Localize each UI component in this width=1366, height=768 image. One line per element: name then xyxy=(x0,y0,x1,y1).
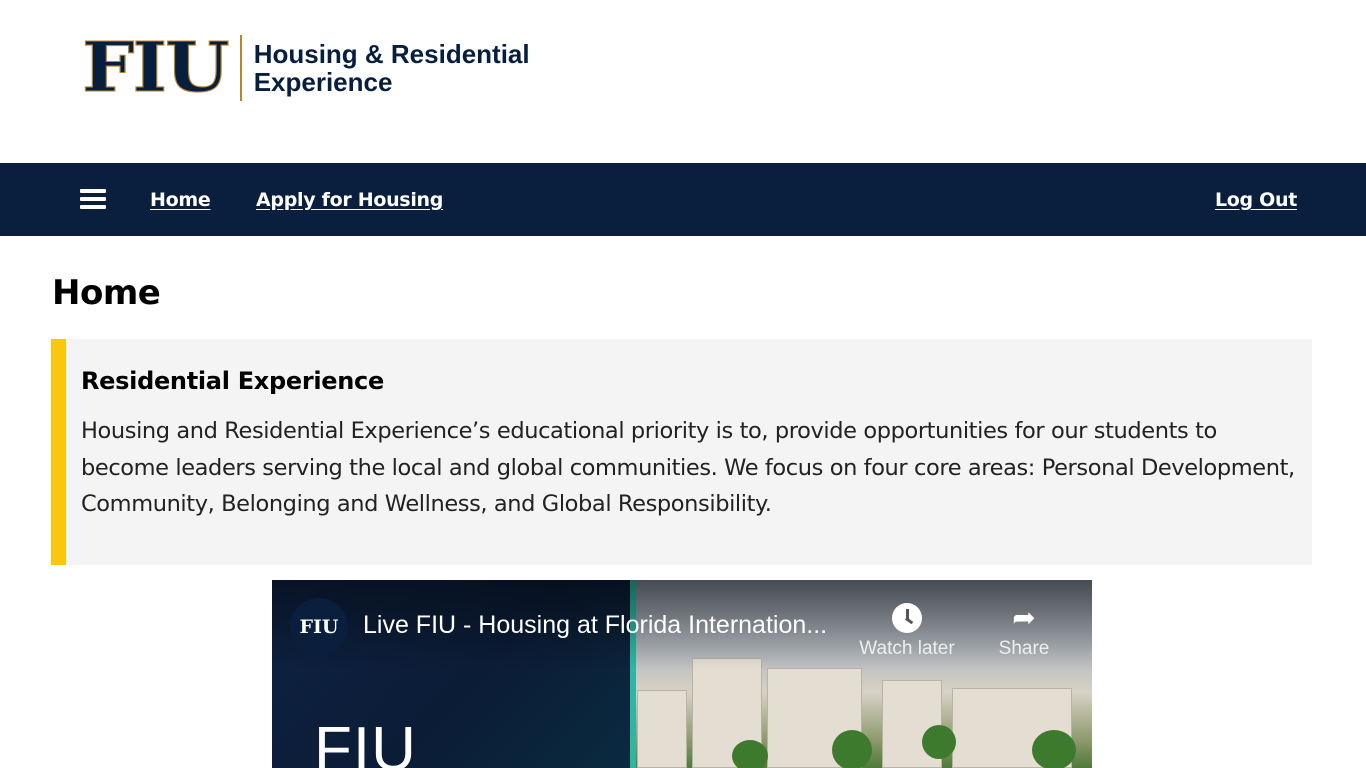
logo-line-1: Housing & Residential xyxy=(253,39,530,69)
nav-home-link[interactable]: Home xyxy=(150,189,211,211)
callout-title: Residential Experience xyxy=(81,367,384,395)
logo-line-2: Experience xyxy=(253,67,393,97)
logo-text: Housing & Residential Experience xyxy=(254,40,530,96)
video-brand-text: FIU xyxy=(314,715,417,768)
logo-mark: FIU xyxy=(81,28,230,108)
youtube-video-embed[interactable]: FIU Live FIU - Housing at Florida Intern… xyxy=(272,580,1092,768)
main-navbar: Home Apply for Housing Log Out xyxy=(0,163,1366,236)
page-title: Home xyxy=(52,273,161,313)
channel-avatar[interactable]: FIU xyxy=(290,598,348,656)
callout-body: Housing and Residential Experience’s edu… xyxy=(81,418,1295,517)
nav-apply-housing-link[interactable]: Apply for Housing xyxy=(256,189,443,211)
video-title[interactable]: Live FIU - Housing at Florida Internatio… xyxy=(363,611,827,640)
share-label: Share xyxy=(998,638,1050,659)
logout-link[interactable]: Log Out xyxy=(1215,189,1297,211)
fiu-housing-logo[interactable]: FIU Housing & Residential Experience xyxy=(81,28,530,108)
watch-later-button[interactable]: Watch later xyxy=(852,600,962,660)
hamburger-icon[interactable] xyxy=(80,189,106,211)
watch-later-label: Watch later xyxy=(859,638,955,659)
site-header: FIU Housing & Residential Experience xyxy=(0,0,1366,163)
logo-divider xyxy=(239,35,242,101)
share-arrow-icon: ➦ xyxy=(1012,602,1036,633)
share-button[interactable]: ➦ Share xyxy=(969,600,1079,660)
clock-icon xyxy=(892,603,922,633)
residential-experience-callout: Residential Experience Housing and Resid… xyxy=(51,339,1312,565)
